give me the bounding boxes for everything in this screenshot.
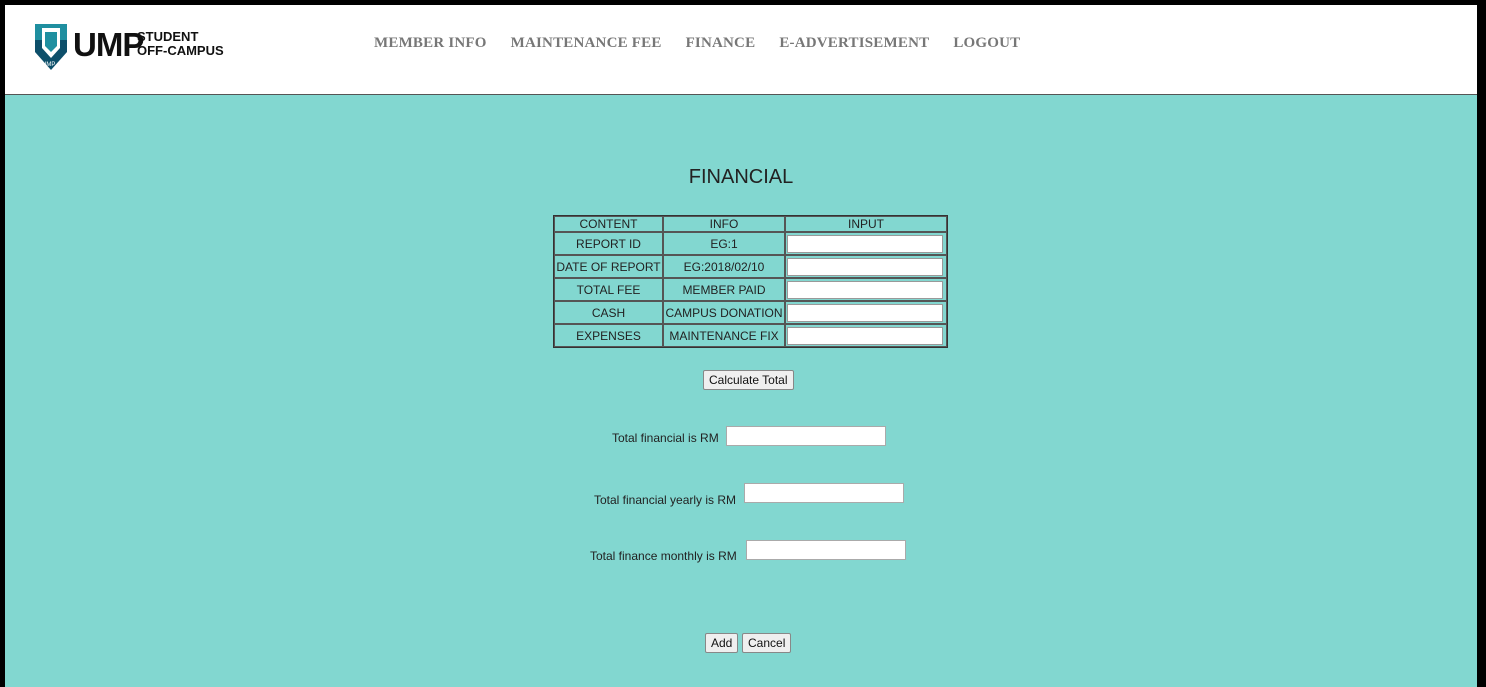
cell-info: EG:2018/02/10 — [663, 255, 785, 278]
total-yearly-input[interactable] — [744, 483, 904, 503]
cancel-button[interactable]: Cancel — [742, 633, 792, 653]
logo-subtitle-line2: OFF-CAMPUS — [137, 43, 224, 58]
cell-info: MAINTENANCE FIX — [663, 324, 785, 347]
cell-info: CAMPUS DONATION — [663, 301, 785, 324]
report-id-input[interactable] — [787, 234, 943, 253]
total-financial-input[interactable] — [726, 426, 886, 446]
cell-input — [785, 232, 947, 255]
page-frame: UMP UMP STUDENT OFF-CAMPUS MEMBER INFO M… — [5, 5, 1477, 687]
nav-maintenance-fee[interactable]: MAINTENANCE FEE — [511, 35, 662, 52]
cell-input — [785, 324, 947, 347]
cell-info: MEMBER PAID — [663, 278, 785, 301]
header-content: CONTENT — [554, 216, 663, 232]
total-monthly-label: Total finance monthly is RM — [590, 549, 737, 563]
cell-content: CASH — [554, 301, 663, 324]
header-info: INFO — [663, 216, 785, 232]
header-input: INPUT — [785, 216, 947, 232]
table-header-row: CONTENT INFO INPUT — [554, 216, 947, 232]
table-row-expenses: EXPENSES MAINTENANCE FIX — [554, 324, 947, 347]
page-title: FINANCIAL — [688, 166, 794, 188]
total-financial-label: Total financial is RM — [612, 431, 719, 445]
cash-input[interactable] — [787, 303, 943, 322]
date-of-report-input[interactable] — [787, 257, 943, 276]
total-fee-input[interactable] — [787, 280, 943, 299]
cell-content: TOTAL FEE — [554, 278, 663, 301]
table-row-date: DATE OF REPORT EG:2018/02/10 — [554, 255, 947, 278]
cell-input — [785, 278, 947, 301]
table-row-report-id: REPORT ID EG:1 — [554, 232, 947, 255]
nav-finance[interactable]: FINANCE — [686, 35, 756, 52]
logo-wordmark: UMP — [73, 26, 144, 63]
calculate-total-button[interactable]: Calculate Total — [703, 370, 794, 390]
logo-subtitle: STUDENT OFF-CAMPUS — [137, 30, 224, 58]
top-navbar: UMP UMP STUDENT OFF-CAMPUS MEMBER INFO M… — [5, 5, 1477, 95]
add-button[interactable]: Add — [705, 633, 739, 653]
total-monthly-input[interactable] — [746, 540, 906, 560]
logo-subtitle-line1: STUDENT — [137, 29, 199, 44]
main-nav: MEMBER INFO MAINTENANCE FEE FINANCE E-AD… — [374, 35, 1044, 52]
cell-content: REPORT ID — [554, 232, 663, 255]
cell-content: EXPENSES — [554, 324, 663, 347]
cell-content: DATE OF REPORT — [554, 255, 663, 278]
svg-text:UMP: UMP — [42, 62, 55, 68]
shield-icon: UMP — [35, 24, 67, 70]
nav-logout[interactable]: LOGOUT — [953, 35, 1020, 52]
cell-info: EG:1 — [663, 232, 785, 255]
table-row-total-fee: TOTAL FEE MEMBER PAID — [554, 278, 947, 301]
expenses-input[interactable] — [787, 326, 943, 345]
financial-table: CONTENT INFO INPUT REPORT ID EG:1 DATE O… — [553, 215, 948, 348]
nav-member-info[interactable]: MEMBER INFO — [374, 35, 487, 52]
total-yearly-label: Total financial yearly is RM — [594, 493, 737, 507]
table-row-cash: CASH CAMPUS DONATION — [554, 301, 947, 324]
cell-input — [785, 255, 947, 278]
cell-input — [785, 301, 947, 324]
nav-e-advertisement[interactable]: E-ADVERTISEMENT — [779, 35, 929, 52]
